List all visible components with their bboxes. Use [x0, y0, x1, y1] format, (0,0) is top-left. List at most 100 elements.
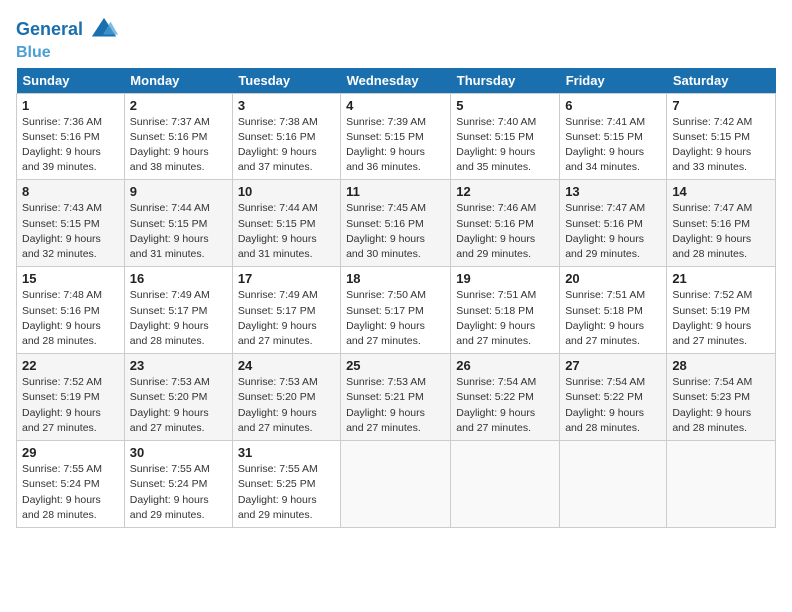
day-number: 14	[672, 184, 770, 199]
calendar-cell: 18 Sunrise: 7:50 AMSunset: 5:17 PMDaylig…	[341, 267, 451, 354]
calendar-cell: 16 Sunrise: 7:49 AMSunset: 5:17 PMDaylig…	[124, 267, 232, 354]
day-number: 8	[22, 184, 119, 199]
calendar-cell: 20 Sunrise: 7:51 AMSunset: 5:18 PMDaylig…	[560, 267, 667, 354]
dow-tuesday: Tuesday	[232, 68, 340, 94]
calendar-cell	[560, 441, 667, 528]
day-detail: Sunrise: 7:53 AMSunset: 5:21 PMDaylight:…	[346, 376, 426, 434]
calendar-cell: 12 Sunrise: 7:46 AMSunset: 5:16 PMDaylig…	[451, 180, 560, 267]
calendar-cell: 9 Sunrise: 7:44 AMSunset: 5:15 PMDayligh…	[124, 180, 232, 267]
calendar-table: SundayMondayTuesdayWednesdayThursdayFrid…	[16, 68, 776, 528]
calendar-cell: 26 Sunrise: 7:54 AMSunset: 5:22 PMDaylig…	[451, 354, 560, 441]
day-number: 31	[238, 445, 335, 460]
day-detail: Sunrise: 7:38 AMSunset: 5:16 PMDaylight:…	[238, 116, 318, 174]
day-number: 18	[346, 271, 445, 286]
calendar-cell	[341, 441, 451, 528]
day-detail: Sunrise: 7:49 AMSunset: 5:17 PMDaylight:…	[130, 289, 210, 347]
day-number: 30	[130, 445, 227, 460]
calendar-cell: 31 Sunrise: 7:55 AMSunset: 5:25 PMDaylig…	[232, 441, 340, 528]
dow-thursday: Thursday	[451, 68, 560, 94]
day-detail: Sunrise: 7:47 AMSunset: 5:16 PMDaylight:…	[565, 202, 645, 260]
day-detail: Sunrise: 7:53 AMSunset: 5:20 PMDaylight:…	[130, 376, 210, 434]
day-number: 12	[456, 184, 554, 199]
day-number: 10	[238, 184, 335, 199]
page-container: General Blue SundayMondayTuesdayWednesda…	[0, 0, 792, 538]
dow-saturday: Saturday	[667, 68, 776, 94]
day-number: 19	[456, 271, 554, 286]
calendar-cell: 1 Sunrise: 7:36 AMSunset: 5:16 PMDayligh…	[17, 93, 125, 180]
day-detail: Sunrise: 7:41 AMSunset: 5:15 PMDaylight:…	[565, 116, 645, 174]
calendar-cell	[451, 441, 560, 528]
day-number: 15	[22, 271, 119, 286]
day-detail: Sunrise: 7:52 AMSunset: 5:19 PMDaylight:…	[672, 289, 752, 347]
day-detail: Sunrise: 7:46 AMSunset: 5:16 PMDaylight:…	[456, 202, 536, 260]
day-detail: Sunrise: 7:37 AMSunset: 5:16 PMDaylight:…	[130, 116, 210, 174]
calendar-cell: 10 Sunrise: 7:44 AMSunset: 5:15 PMDaylig…	[232, 180, 340, 267]
calendar-cell	[667, 441, 776, 528]
calendar-cell: 8 Sunrise: 7:43 AMSunset: 5:15 PMDayligh…	[17, 180, 125, 267]
day-number: 16	[130, 271, 227, 286]
day-detail: Sunrise: 7:54 AMSunset: 5:22 PMDaylight:…	[565, 376, 645, 434]
day-number: 26	[456, 358, 554, 373]
day-number: 9	[130, 184, 227, 199]
dow-sunday: Sunday	[17, 68, 125, 94]
calendar-cell: 14 Sunrise: 7:47 AMSunset: 5:16 PMDaylig…	[667, 180, 776, 267]
week-row-4: 22 Sunrise: 7:52 AMSunset: 5:19 PMDaylig…	[17, 354, 776, 441]
calendar-cell: 3 Sunrise: 7:38 AMSunset: 5:16 PMDayligh…	[232, 93, 340, 180]
day-number: 23	[130, 358, 227, 373]
calendar-cell: 29 Sunrise: 7:55 AMSunset: 5:24 PMDaylig…	[17, 441, 125, 528]
header: General Blue	[16, 16, 776, 62]
day-detail: Sunrise: 7:43 AMSunset: 5:15 PMDaylight:…	[22, 202, 102, 260]
dow-wednesday: Wednesday	[341, 68, 451, 94]
day-detail: Sunrise: 7:47 AMSunset: 5:16 PMDaylight:…	[672, 202, 752, 260]
day-detail: Sunrise: 7:40 AMSunset: 5:15 PMDaylight:…	[456, 116, 536, 174]
calendar-cell: 23 Sunrise: 7:53 AMSunset: 5:20 PMDaylig…	[124, 354, 232, 441]
day-detail: Sunrise: 7:55 AMSunset: 5:25 PMDaylight:…	[238, 463, 318, 521]
calendar-cell: 30 Sunrise: 7:55 AMSunset: 5:24 PMDaylig…	[124, 441, 232, 528]
logo-text: General	[16, 16, 118, 44]
day-detail: Sunrise: 7:45 AMSunset: 5:16 PMDaylight:…	[346, 202, 426, 260]
logo: General Blue	[16, 16, 118, 62]
day-detail: Sunrise: 7:55 AMSunset: 5:24 PMDaylight:…	[130, 463, 210, 521]
day-detail: Sunrise: 7:48 AMSunset: 5:16 PMDaylight:…	[22, 289, 102, 347]
day-number: 22	[22, 358, 119, 373]
day-of-week-header: SundayMondayTuesdayWednesdayThursdayFrid…	[17, 68, 776, 94]
day-detail: Sunrise: 7:42 AMSunset: 5:15 PMDaylight:…	[672, 116, 752, 174]
calendar-cell: 13 Sunrise: 7:47 AMSunset: 5:16 PMDaylig…	[560, 180, 667, 267]
day-number: 27	[565, 358, 661, 373]
day-number: 13	[565, 184, 661, 199]
day-detail: Sunrise: 7:51 AMSunset: 5:18 PMDaylight:…	[565, 289, 645, 347]
calendar-cell: 11 Sunrise: 7:45 AMSunset: 5:16 PMDaylig…	[341, 180, 451, 267]
day-number: 1	[22, 98, 119, 113]
day-number: 20	[565, 271, 661, 286]
week-row-2: 8 Sunrise: 7:43 AMSunset: 5:15 PMDayligh…	[17, 180, 776, 267]
dow-monday: Monday	[124, 68, 232, 94]
day-number: 17	[238, 271, 335, 286]
calendar-cell: 17 Sunrise: 7:49 AMSunset: 5:17 PMDaylig…	[232, 267, 340, 354]
day-detail: Sunrise: 7:53 AMSunset: 5:20 PMDaylight:…	[238, 376, 318, 434]
calendar-cell: 4 Sunrise: 7:39 AMSunset: 5:15 PMDayligh…	[341, 93, 451, 180]
day-detail: Sunrise: 7:54 AMSunset: 5:22 PMDaylight:…	[456, 376, 536, 434]
day-number: 2	[130, 98, 227, 113]
day-detail: Sunrise: 7:54 AMSunset: 5:23 PMDaylight:…	[672, 376, 752, 434]
dow-friday: Friday	[560, 68, 667, 94]
day-detail: Sunrise: 7:44 AMSunset: 5:15 PMDaylight:…	[238, 202, 318, 260]
calendar-cell: 22 Sunrise: 7:52 AMSunset: 5:19 PMDaylig…	[17, 354, 125, 441]
day-detail: Sunrise: 7:39 AMSunset: 5:15 PMDaylight:…	[346, 116, 426, 174]
calendar-cell: 19 Sunrise: 7:51 AMSunset: 5:18 PMDaylig…	[451, 267, 560, 354]
calendar-cell: 27 Sunrise: 7:54 AMSunset: 5:22 PMDaylig…	[560, 354, 667, 441]
calendar-cell: 15 Sunrise: 7:48 AMSunset: 5:16 PMDaylig…	[17, 267, 125, 354]
day-detail: Sunrise: 7:51 AMSunset: 5:18 PMDaylight:…	[456, 289, 536, 347]
day-number: 21	[672, 271, 770, 286]
calendar-cell: 5 Sunrise: 7:40 AMSunset: 5:15 PMDayligh…	[451, 93, 560, 180]
calendar-cell: 25 Sunrise: 7:53 AMSunset: 5:21 PMDaylig…	[341, 354, 451, 441]
calendar-cell: 24 Sunrise: 7:53 AMSunset: 5:20 PMDaylig…	[232, 354, 340, 441]
day-detail: Sunrise: 7:55 AMSunset: 5:24 PMDaylight:…	[22, 463, 102, 521]
week-row-5: 29 Sunrise: 7:55 AMSunset: 5:24 PMDaylig…	[17, 441, 776, 528]
day-number: 25	[346, 358, 445, 373]
day-number: 11	[346, 184, 445, 199]
calendar-cell: 28 Sunrise: 7:54 AMSunset: 5:23 PMDaylig…	[667, 354, 776, 441]
day-number: 28	[672, 358, 770, 373]
day-number: 5	[456, 98, 554, 113]
day-detail: Sunrise: 7:49 AMSunset: 5:17 PMDaylight:…	[238, 289, 318, 347]
week-row-1: 1 Sunrise: 7:36 AMSunset: 5:16 PMDayligh…	[17, 93, 776, 180]
